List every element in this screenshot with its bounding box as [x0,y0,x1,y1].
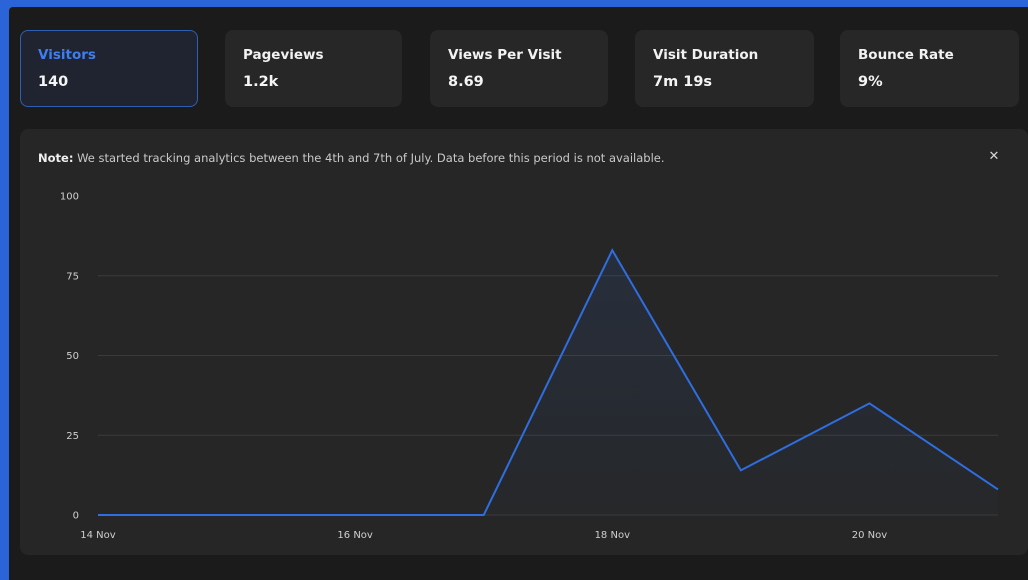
y-tick-label: 50 [66,351,79,362]
stat-value: 9% [858,74,883,90]
stat-value: 140 [38,74,69,90]
data-point [740,469,742,471]
analytics-frame: Visitors 140 Pageviews 1.2k Views Per Visit 8… [9,7,1028,580]
stats-row: Visitors 140 Pageviews 1.2k Views Per Visit 8… [20,30,1028,107]
stat-label: Pageviews [243,47,324,63]
stat-label: Visitors [38,47,96,63]
data-point [354,514,356,516]
data-point [611,249,613,251]
data-point [483,514,485,516]
stat-card-bounce-rate[interactable]: Bounce Rate 9% [840,30,1019,107]
y-tick-label: 0 [73,511,79,522]
y-tick-label: 25 [66,431,79,442]
x-tick-label: 18 Nov [595,530,631,541]
stat-value: 8.69 [448,74,484,90]
x-tick-label: 16 Nov [337,530,373,541]
stat-card-visit-duration[interactable]: Visit Duration 7m 19s [635,30,814,107]
stat-value: 7m 19s [653,74,713,90]
x-tick-label: 20 Nov [852,530,888,541]
data-point [868,402,870,404]
stat-card-visitors[interactable]: Visitors 140 [20,30,198,107]
stat-card-views-per-visit[interactable]: Views Per Visit 8.69 [430,30,608,107]
stat-label: Visit Duration [653,47,759,63]
y-tick-label: 100 [60,192,79,203]
stat-value: 1.2k [243,74,279,90]
stat-label: Views Per Visit [448,47,562,63]
x-tick-label: 14 Nov [80,530,116,541]
stat-card-pageviews[interactable]: Pageviews 1.2k [225,30,402,107]
chart-panel: Note: We started tracking analytics betw… [20,129,1028,555]
stat-label: Bounce Rate [858,47,954,63]
data-point [226,514,228,516]
y-tick-label: 75 [66,271,79,282]
data-point [97,514,99,516]
data-point [997,488,999,490]
visitors-chart: 0 25 50 75 100 14 Nov 16 Nov 18 Nov 20 Nov [60,192,999,541]
